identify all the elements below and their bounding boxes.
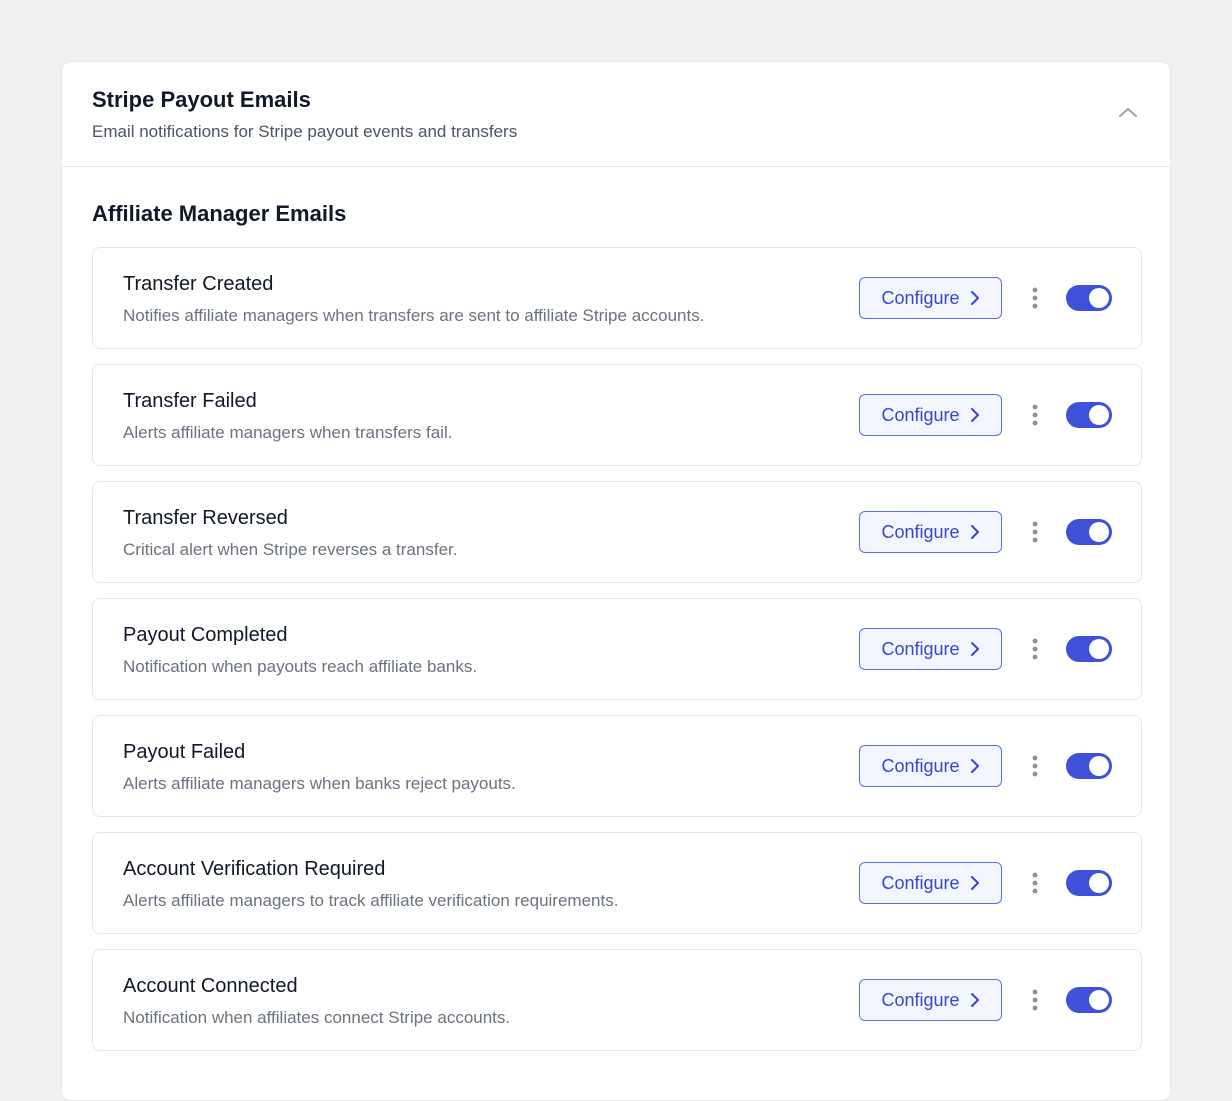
- email-item: Transfer Failed Alerts affiliate manager…: [92, 364, 1142, 466]
- more-options-button[interactable]: [1025, 284, 1045, 312]
- more-options-button[interactable]: [1025, 986, 1045, 1014]
- toggle-knob: [1089, 639, 1109, 659]
- configure-label: Configure: [881, 287, 960, 308]
- email-item-description: Critical alert when Stripe reverses a tr…: [123, 540, 458, 559]
- chevron-right-icon: [970, 993, 979, 1007]
- email-item: Account Connected Notification when affi…: [92, 949, 1142, 1051]
- more-options-button[interactable]: [1025, 518, 1045, 546]
- enabled-toggle[interactable]: [1066, 519, 1112, 545]
- more-options-button[interactable]: [1025, 752, 1045, 780]
- configure-label: Configure: [881, 404, 960, 425]
- configure-button[interactable]: Configure: [859, 628, 1002, 670]
- configure-label: Configure: [881, 638, 960, 659]
- chevron-right-icon: [970, 642, 979, 656]
- vertical-dots-icon: [1032, 755, 1038, 777]
- toggle-knob: [1089, 405, 1109, 425]
- configure-button[interactable]: Configure: [859, 277, 1002, 319]
- vertical-dots-icon: [1032, 638, 1038, 660]
- configure-button[interactable]: Configure: [859, 394, 1002, 436]
- toggle-knob: [1089, 756, 1109, 776]
- enabled-toggle[interactable]: [1066, 402, 1112, 428]
- stripe-payout-emails-panel: Stripe Payout Emails Email notifications…: [61, 61, 1171, 1101]
- chevron-right-icon: [970, 525, 979, 539]
- enabled-toggle[interactable]: [1066, 285, 1112, 311]
- email-item-title: Transfer Failed: [123, 390, 257, 412]
- enabled-toggle[interactable]: [1066, 870, 1112, 896]
- chevron-right-icon: [970, 408, 979, 422]
- enabled-toggle[interactable]: [1066, 636, 1112, 662]
- configure-button[interactable]: Configure: [859, 979, 1002, 1021]
- configure-label: Configure: [881, 521, 960, 542]
- more-options-button[interactable]: [1025, 635, 1045, 663]
- chevron-right-icon: [970, 291, 979, 305]
- configure-button[interactable]: Configure: [859, 511, 1002, 553]
- toggle-knob: [1089, 522, 1109, 542]
- email-item-description: Notification when affiliates connect Str…: [123, 1008, 511, 1027]
- email-item: Transfer Reversed Critical alert when St…: [92, 481, 1142, 583]
- more-options-button[interactable]: [1025, 869, 1045, 897]
- toggle-knob: [1089, 873, 1109, 893]
- chevron-right-icon: [970, 759, 979, 773]
- vertical-dots-icon: [1032, 287, 1038, 309]
- vertical-dots-icon: [1032, 404, 1038, 426]
- email-item-title: Payout Failed: [123, 741, 246, 763]
- email-item: Account Verification Required Alerts aff…: [92, 832, 1142, 934]
- email-item: Payout Failed Alerts affiliate managers …: [92, 715, 1142, 817]
- email-item: Transfer Created Notifies affiliate mana…: [92, 247, 1142, 349]
- panel-header: Stripe Payout Emails Email notifications…: [62, 62, 1170, 167]
- email-item-title: Account Verification Required: [123, 858, 386, 880]
- email-item-title: Account Connected: [123, 975, 298, 997]
- collapse-button[interactable]: [1116, 100, 1140, 124]
- chevron-up-icon: [1119, 108, 1137, 117]
- vertical-dots-icon: [1032, 989, 1038, 1011]
- email-item-title: Transfer Created: [123, 273, 274, 295]
- panel-subtitle: Email notifications for Stripe payout ev…: [92, 122, 518, 141]
- configure-button[interactable]: Configure: [859, 745, 1002, 787]
- email-item-description: Alerts affiliate managers to track affil…: [123, 891, 619, 910]
- more-options-button[interactable]: [1025, 401, 1045, 429]
- email-item-description: Notifies affiliate managers when transfe…: [123, 306, 705, 325]
- email-item-description: Notification when payouts reach affiliat…: [123, 657, 478, 676]
- email-item-description: Alerts affiliate managers when transfers…: [123, 423, 453, 442]
- email-item-title: Transfer Reversed: [123, 507, 288, 529]
- email-list: Transfer Created Notifies affiliate mana…: [92, 247, 1142, 1066]
- chevron-right-icon: [970, 876, 979, 890]
- email-item-description: Alerts affiliate managers when banks rej…: [123, 774, 516, 793]
- section-title: Affiliate Manager Emails: [92, 201, 347, 226]
- enabled-toggle[interactable]: [1066, 987, 1112, 1013]
- email-item: Payout Completed Notification when payou…: [92, 598, 1142, 700]
- toggle-knob: [1089, 288, 1109, 308]
- configure-label: Configure: [881, 872, 960, 893]
- configure-label: Configure: [881, 989, 960, 1010]
- configure-label: Configure: [881, 755, 960, 776]
- vertical-dots-icon: [1032, 521, 1038, 543]
- panel-title: Stripe Payout Emails: [92, 87, 311, 112]
- vertical-dots-icon: [1032, 872, 1038, 894]
- email-item-title: Payout Completed: [123, 624, 288, 646]
- configure-button[interactable]: Configure: [859, 862, 1002, 904]
- enabled-toggle[interactable]: [1066, 753, 1112, 779]
- toggle-knob: [1089, 990, 1109, 1010]
